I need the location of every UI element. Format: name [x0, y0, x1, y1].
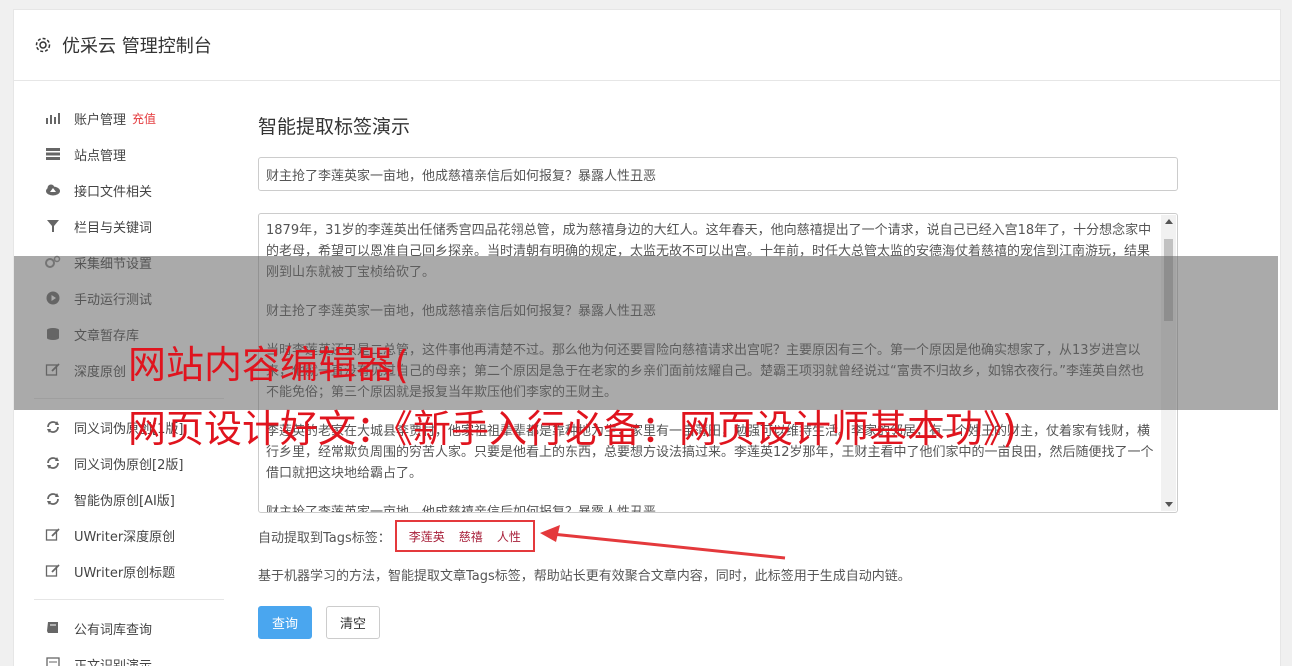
sidebar-item[interactable]: 接口文件相关: [34, 172, 224, 208]
article-title-input[interactable]: 财主抢了李莲英家一亩地，他成慈禧亲信后如何报复？暴露人性丑恶: [258, 157, 1178, 191]
tag-item: 李莲英: [408, 529, 445, 544]
annotation-arrow: [540, 525, 786, 560]
page-title: 智能提取标签演示: [258, 116, 411, 138]
bar-chart-icon: [44, 110, 62, 126]
refresh-icon: [44, 419, 62, 435]
sidebar-item[interactable]: 站点管理: [34, 136, 224, 172]
sidebar-item[interactable]: UWriter深度原创: [34, 517, 224, 553]
body-paragraph: 财主抢了李莲英家一亩地，他成慈禧亲信后如何报复？暴露人性丑恶: [266, 505, 657, 513]
tag-item: 慈禧: [458, 529, 483, 544]
clear-button[interactable]: 清空: [326, 606, 380, 639]
filter-icon: [44, 218, 62, 234]
sidebar-item[interactable]: 正文识别演示: [34, 646, 224, 666]
sidebar-item-label: 账户管理: [74, 112, 127, 128]
sidebar-divider: [34, 599, 224, 600]
book-icon: [44, 620, 62, 636]
button-row: 查询 清空: [258, 606, 1178, 639]
sidebar-item[interactable]: 公有词库查询: [34, 610, 224, 646]
sidebar-item-label: 栏目与关键词: [74, 220, 153, 236]
gear-icon: [34, 36, 52, 54]
panel-header: 优采云 管理控制台: [14, 10, 1280, 81]
edit-icon: [44, 563, 62, 579]
server-icon: [44, 146, 62, 162]
sidebar-item[interactable]: 账户管理 充值: [34, 100, 224, 136]
sidebar-item-label: 接口文件相关: [74, 184, 153, 200]
refresh-icon: [44, 491, 62, 507]
tag-item: 人性: [496, 529, 521, 544]
overlay-caption-line2: 网页设计好文：《新手入行必备：网页设计师基本功》): [128, 407, 1017, 451]
console-title: 优采云 管理控制台: [62, 36, 212, 57]
sidebar-item-label: UWriter原创标题: [74, 565, 176, 581]
refresh-icon: [44, 455, 62, 471]
sidebar-item[interactable]: 栏目与关键词: [34, 208, 224, 244]
sidebar-item[interactable]: UWriter原创标题: [34, 553, 224, 589]
sidebar-item-label: 正文识别演示: [74, 658, 153, 666]
scroll-down-icon[interactable]: [1165, 502, 1173, 507]
cloud-upload-icon: [44, 182, 62, 198]
sidebar-item[interactable]: 智能伪原创[AI版]: [34, 481, 224, 517]
query-button[interactable]: 查询: [258, 606, 312, 639]
sidebar-item-label: UWriter深度原创: [74, 529, 176, 545]
scroll-up-icon[interactable]: [1165, 219, 1173, 224]
sidebar-item-label: 同义词伪原创[2版]: [74, 457, 184, 473]
tags-box: 李莲英 慈禧 人性: [394, 520, 535, 552]
sidebar-item-label: 站点管理: [74, 148, 127, 164]
recharge-link[interactable]: 充值: [132, 110, 156, 127]
tags-label: 自动提取到Tags标签：: [258, 530, 391, 546]
file-icon: [44, 656, 62, 666]
edit-icon: [44, 527, 62, 543]
sidebar-item-label: 公有词库查询: [74, 622, 153, 638]
sidebar-item-label: 智能伪原创[AI版]: [74, 493, 175, 509]
overlay-caption-line1: 网站内容编辑器(: [128, 343, 409, 387]
